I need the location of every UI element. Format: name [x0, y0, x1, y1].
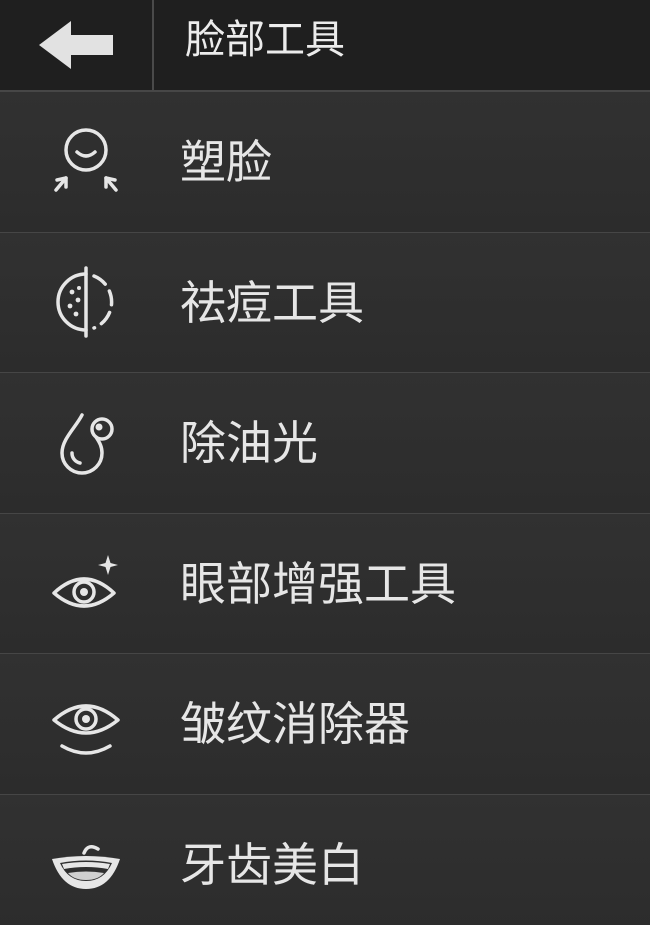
arrow-left-icon: [37, 19, 115, 71]
menu-item-blemish-removal[interactable]: 祛痘工具: [0, 232, 650, 373]
menu-item-teeth-whitening[interactable]: 牙齿美白: [0, 794, 650, 925]
menu-item-label: 眼部增强工具: [180, 556, 456, 611]
eye-sparkle-icon: [40, 537, 132, 629]
menu-item-eye-enhance[interactable]: 眼部增强工具: [0, 513, 650, 654]
eye-wrinkle-icon: [40, 678, 132, 770]
oil-drop-icon: [40, 397, 132, 489]
header-divider: [152, 0, 154, 90]
page-title: 脸部工具: [185, 17, 345, 63]
menu-item-label: 祛痘工具: [180, 275, 364, 330]
blemish-removal-icon: [40, 256, 132, 348]
menu-item-label: 牙齿美白: [180, 837, 364, 892]
face-reshape-icon: [40, 116, 132, 208]
face-tools-list: 塑脸 祛痘工具 除油光 眼部增强工具 皱纹消除器 牙齿美白: [0, 92, 650, 925]
menu-item-oil-removal[interactable]: 除油光: [0, 373, 650, 514]
top-bar: 脸部工具: [0, 0, 650, 92]
face-tools-screen: 脸部工具 塑脸 祛痘工具 除油光 眼部增强工具 皱纹消除器 牙齿美白: [0, 0, 650, 925]
teeth-smile-icon: [40, 819, 132, 911]
menu-item-face-reshape[interactable]: 塑脸: [0, 92, 650, 233]
menu-item-label: 皱纹消除器: [180, 697, 410, 751]
menu-item-label: 除油光: [180, 416, 318, 470]
menu-item-wrinkle-remover[interactable]: 皱纹消除器: [0, 654, 650, 795]
menu-item-label: 塑脸: [180, 135, 272, 189]
back-button[interactable]: [0, 0, 152, 90]
